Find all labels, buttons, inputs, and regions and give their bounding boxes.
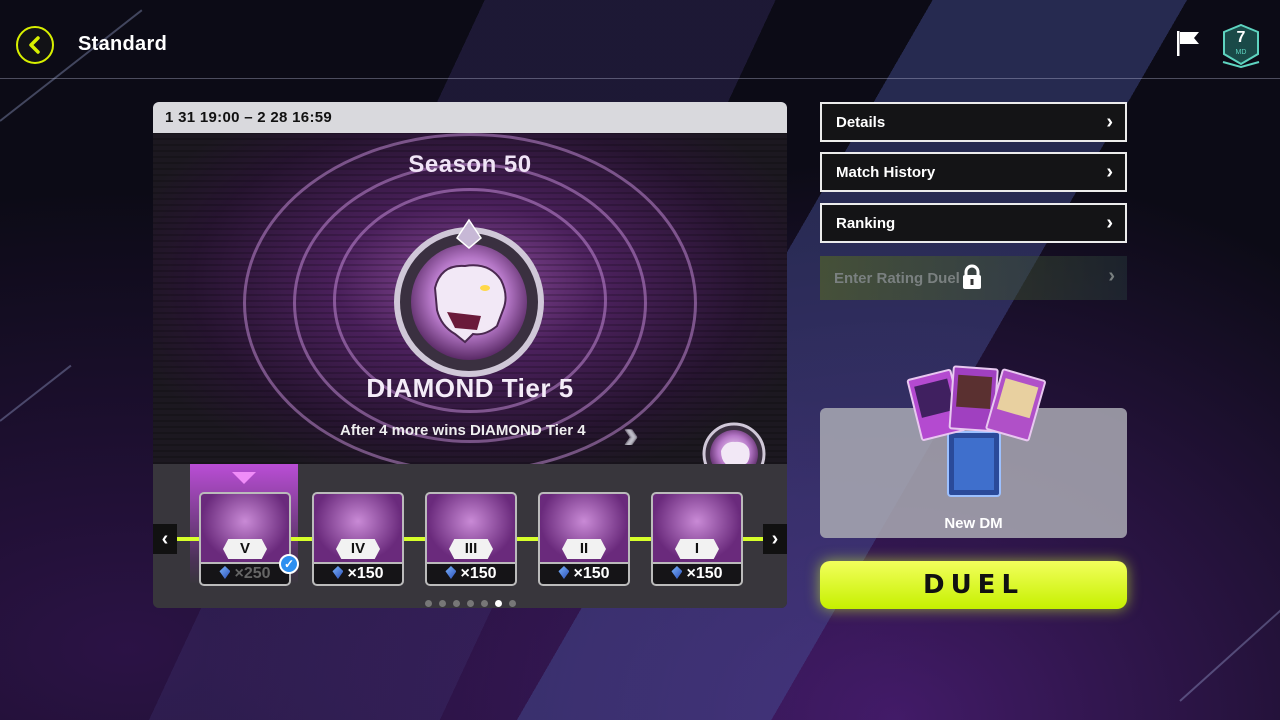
spacer xyxy=(455,365,485,366)
flag-icon[interactable] xyxy=(1173,28,1203,58)
tier-numeral: II xyxy=(562,539,606,559)
duelist-level-badge[interactable]: 7 MD xyxy=(1221,24,1261,68)
page-dot[interactable] xyxy=(494,600,502,607)
chevrons-right-icon: ››› xyxy=(623,413,639,457)
chevron-right-icon: › xyxy=(1108,265,1115,287)
tier-reward: ×250 xyxy=(199,564,291,586)
tier-numeral: I xyxy=(675,539,719,559)
season-name: Season 50 xyxy=(408,151,532,178)
chevron-right-icon: › xyxy=(1106,111,1113,133)
level-number: 7 xyxy=(1236,29,1246,46)
match-history-label: Match History xyxy=(836,163,936,181)
gem-icon xyxy=(671,566,683,579)
tier-reward: ×150 xyxy=(538,564,630,586)
tier-name: DIAMOND Tier 5 xyxy=(366,373,574,403)
back-button[interactable] xyxy=(16,26,54,64)
tier-reward-amount: ×150 xyxy=(686,565,723,582)
tier-card[interactable]: I ×150 xyxy=(651,492,743,588)
tier-reward: ×150 xyxy=(651,564,743,586)
header-divider xyxy=(0,78,1280,79)
tier-reward-amount: ×150 xyxy=(347,565,384,582)
level-label: MD xyxy=(1235,49,1247,56)
tier-reward: ×150 xyxy=(425,564,517,586)
tier-numeral: V xyxy=(223,539,267,559)
tier-card[interactable]: II ×150 xyxy=(538,492,630,588)
page-dot[interactable] xyxy=(466,600,474,607)
details-label: Details xyxy=(836,113,886,131)
chevron-right-icon: › xyxy=(1106,161,1113,183)
tier-numeral: III xyxy=(449,539,493,559)
ranking-label: Ranking xyxy=(836,214,896,232)
tier-card[interactable]: III ×150 xyxy=(425,492,517,588)
page-dot[interactable] xyxy=(424,600,432,607)
caret-down-icon xyxy=(232,472,256,484)
tier-card[interactable]: IV ×150 xyxy=(312,492,404,588)
tier-emblem-bear-icon xyxy=(394,218,544,377)
next-tier-emblem-icon xyxy=(702,422,766,464)
page-dots xyxy=(153,594,787,608)
gem-icon xyxy=(445,566,457,579)
tier-reward: ×150 xyxy=(312,564,404,586)
duel-label: DUEL xyxy=(922,570,1025,600)
gem-icon xyxy=(332,566,344,579)
tier-reward-amount: ×150 xyxy=(460,565,497,582)
tier-reward-amount: ×250 xyxy=(234,565,271,582)
duel-button[interactable]: DUEL xyxy=(820,561,1127,609)
page-dot[interactable] xyxy=(452,600,460,607)
details-button[interactable]: Details › xyxy=(820,102,1127,142)
deck-cards-icon xyxy=(906,365,1046,497)
season-panel: 1 31 19:00 – 2 28 16:59 Season 50 DIAMON… xyxy=(153,102,787,608)
tier-progress-hint: After 4 more wins DIAMOND Tier 4 xyxy=(340,422,586,439)
gem-icon xyxy=(558,566,570,579)
chevron-left-icon xyxy=(29,36,40,54)
season-date-range: 1 31 19:00 – 2 28 16:59 xyxy=(153,102,787,133)
match-history-button[interactable]: Match History › xyxy=(820,152,1127,192)
enter-rating-duel-label: Enter Rating Duel xyxy=(834,269,960,287)
tier-prev-button[interactable]: ‹ xyxy=(153,524,177,554)
tier-numeral: IV xyxy=(336,539,380,559)
page-dot[interactable] xyxy=(480,600,488,607)
lock-icon xyxy=(963,264,981,289)
ranking-button[interactable]: Ranking › xyxy=(820,203,1127,243)
deck-name: New DM xyxy=(944,515,1003,532)
tier-card[interactable]: V ×250 ✓ xyxy=(199,492,299,588)
page-dot[interactable] xyxy=(438,600,446,607)
page-title: Standard xyxy=(78,33,168,55)
tier-reward-amount: ×150 xyxy=(573,565,610,582)
check-icon: ✓ xyxy=(279,554,299,574)
season-hero: Season 50 DIAMOND Tier 5 After 4 more wi… xyxy=(153,133,787,464)
gem-icon xyxy=(219,566,231,579)
chevron-right-icon: › xyxy=(1106,212,1113,234)
tier-reward-strip: ‹ › V ×250 ✓ IV ×150 III ×150 II ×150 I … xyxy=(153,464,787,608)
tier-next-button[interactable]: › xyxy=(763,524,787,554)
page-dot[interactable] xyxy=(508,600,516,607)
enter-rating-duel-button[interactable]: Enter Rating Duel › xyxy=(820,256,1127,300)
